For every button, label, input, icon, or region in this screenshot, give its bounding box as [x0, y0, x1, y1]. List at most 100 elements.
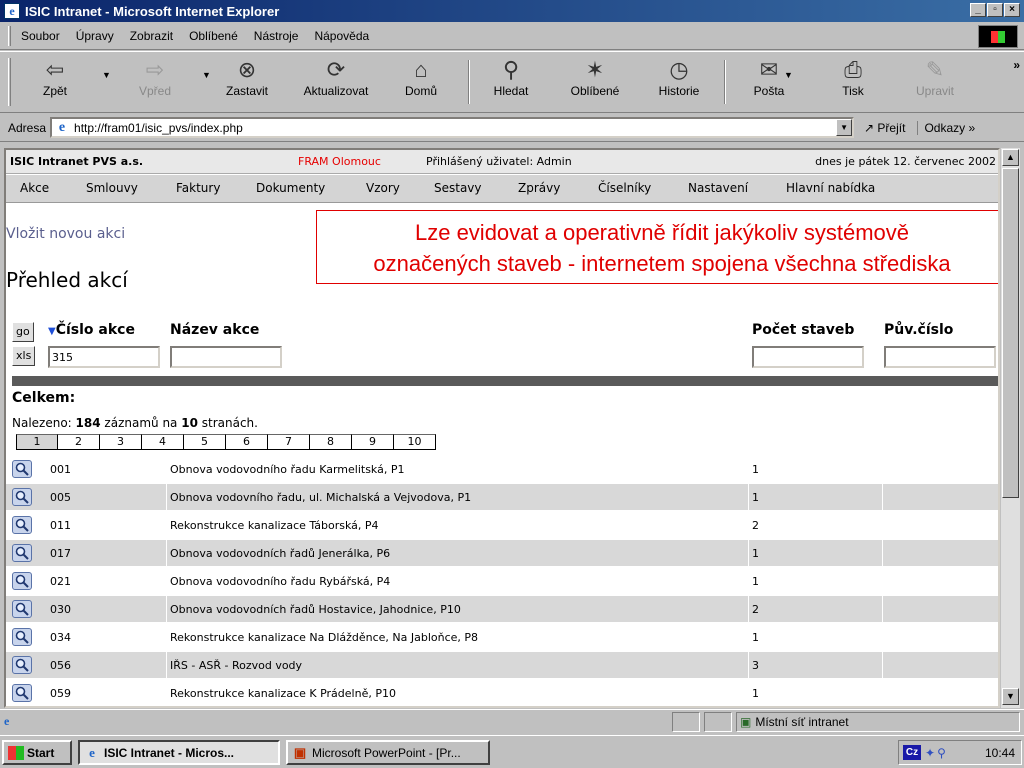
table-row[interactable]: 056 IŘS - ASŘ - Rozvod vody 3 [6, 652, 998, 678]
menu-view[interactable]: Zobrazit [130, 29, 173, 43]
page-link-8[interactable]: 8 [310, 434, 352, 450]
favorites-button[interactable]: ✶ Oblíbené [560, 56, 630, 108]
summary-label: Celkem: [12, 390, 76, 406]
minimize-button[interactable]: _ [970, 3, 986, 17]
edit-button[interactable]: ✎ Upravit [900, 56, 970, 108]
go-filter-button[interactable]: go [12, 322, 34, 342]
address-input[interactable]: e http://fram01/isic_pvs/index.php ▼ [50, 117, 855, 138]
address-label: Adresa [8, 120, 47, 135]
scroll-thumb[interactable] [1002, 168, 1019, 498]
tray-network-icon[interactable]: ✦ [925, 746, 935, 760]
page-link-9[interactable]: 9 [352, 434, 394, 450]
nav-nastaveni[interactable]: Nastavení [688, 181, 748, 195]
address-dropdown-icon[interactable]: ▼ [836, 119, 853, 136]
col-orig-header[interactable]: Pův.číslo [884, 322, 953, 338]
favorites-icon: ✶ [585, 57, 605, 82]
title-bar[interactable]: e ISIC Intranet - Microsoft Internet Exp… [0, 0, 1024, 22]
table-row[interactable]: 001 Obnova vodovodního řadu Karmelitská, … [6, 456, 998, 482]
col-name-header[interactable]: Název akce [170, 322, 259, 338]
col-count-header[interactable]: Počet staveb [752, 322, 854, 338]
orig-filter-input[interactable] [884, 346, 996, 368]
magnifier-icon[interactable] [12, 544, 32, 562]
back-dropdown-icon[interactable]: ▼ [102, 70, 111, 80]
status-page-icon: e [4, 714, 10, 728]
maximize-button[interactable]: ▫ [987, 3, 1003, 17]
page-link-6[interactable]: 6 [226, 434, 268, 450]
task-ie[interactable]: e ISIC Intranet - Micros... [78, 740, 280, 765]
page-link-7[interactable]: 7 [268, 434, 310, 450]
nav-zpravy[interactable]: Zprávy [518, 181, 560, 195]
links-button[interactable]: Odkazy » [917, 120, 975, 135]
table-row[interactable]: 059 Rekonstrukce kanalizace K Prádelně, P… [6, 680, 998, 706]
row-name: Obnova vodovodních řadů Hostavice, Jahod… [170, 603, 461, 616]
nav-ciselniky[interactable]: Číselníky [598, 181, 651, 195]
language-indicator[interactable]: Cz [903, 745, 921, 760]
stop-button[interactable]: ⊗ Zastavit [212, 56, 282, 108]
page-link-1[interactable]: 1 [16, 434, 58, 450]
forward-dropdown-icon[interactable]: ▼ [202, 70, 211, 80]
forward-arrow-icon: ⇨ [145, 57, 165, 82]
magnifier-icon[interactable] [12, 572, 32, 590]
magnifier-icon[interactable] [12, 684, 32, 702]
logged-user: Přihlášený uživatel: Admin [426, 155, 572, 168]
nav-akce[interactable]: Akce [20, 181, 49, 195]
edit-icon: ✎ [925, 57, 945, 82]
home-button[interactable]: ⌂ Domů [386, 56, 456, 108]
clock: 10:44 [984, 745, 1015, 760]
page-link-2[interactable]: 2 [58, 434, 100, 450]
nav-faktury[interactable]: Faktury [176, 181, 220, 195]
scroll-down-icon[interactable]: ▼ [1002, 688, 1019, 705]
magnifier-icon[interactable] [12, 656, 32, 674]
nav-vzory[interactable]: Vzory [366, 181, 400, 195]
table-row[interactable]: 017 Obnova vodovodních řadů Jenerálka, P6… [6, 540, 998, 566]
col-number-header[interactable]: ▼Číslo akce [48, 322, 135, 338]
magnifier-icon[interactable] [12, 488, 32, 506]
forward-button[interactable]: ⇨ Vpřed ▼ [120, 56, 211, 108]
page-link-4[interactable]: 4 [142, 434, 184, 450]
menu-edit[interactable]: Úpravy [76, 29, 114, 43]
name-filter-input[interactable] [170, 346, 282, 368]
nav-smlouvy[interactable]: Smlouvy [86, 181, 138, 195]
mail-dropdown-icon[interactable]: ▼ [784, 70, 793, 80]
new-action-link[interactable]: Vložit novou akci [6, 226, 125, 242]
start-button[interactable]: Start [2, 740, 72, 765]
page-link-10[interactable]: 10 [394, 434, 436, 450]
row-count: 1 [752, 491, 759, 504]
table-row[interactable]: 005 Obnova vodovního řadu, ul. Michalská … [6, 484, 998, 510]
table-row[interactable]: 034 Rekonstrukce kanalizace Na Dlážděnce,… [6, 624, 998, 650]
refresh-button[interactable]: ⟳ Aktualizovat [296, 56, 376, 108]
vertical-scrollbar[interactable]: ▲ ▼ [1000, 148, 1020, 708]
table-row[interactable]: 011 Rekonstrukce kanalizace Táborská, P4 2 [6, 512, 998, 538]
number-filter-input[interactable]: 315 [48, 346, 160, 368]
menu-tools[interactable]: Nástroje [254, 29, 299, 43]
task-powerpoint[interactable]: ▣ Microsoft PowerPoint - [Pr... [286, 740, 490, 765]
print-button[interactable]: ⎙ Tisk [818, 56, 888, 108]
magnifier-icon[interactable] [12, 516, 32, 534]
page-link-5[interactable]: 5 [184, 434, 226, 450]
go-button[interactable]: ↗ Přejít [864, 121, 905, 135]
magnifier-icon[interactable] [12, 628, 32, 646]
close-button[interactable]: × [1004, 3, 1020, 17]
menu-file[interactable]: Soubor [21, 29, 60, 43]
table-row[interactable]: 021 Obnova vodovodního řadu Rybářská, P4 1 [6, 568, 998, 594]
history-button[interactable]: ◷ Historie [644, 56, 714, 108]
mail-button[interactable]: ✉ Pošta ▼ [734, 56, 804, 108]
toolbar-more-chevron-icon[interactable]: » [1013, 58, 1020, 72]
menu-help[interactable]: Nápověda [314, 29, 369, 43]
count-filter-input[interactable] [752, 346, 864, 368]
scroll-up-icon[interactable]: ▲ [1002, 149, 1019, 166]
tray-search-icon[interactable]: ⚲ [937, 746, 946, 760]
page-link-3[interactable]: 3 [100, 434, 142, 450]
magnifier-icon[interactable] [12, 460, 32, 478]
search-button[interactable]: ⚲ Hledat [476, 56, 546, 108]
table-row[interactable]: 030 Obnova vodovodních řadů Hostavice, Ja… [6, 596, 998, 622]
nav-dokumenty[interactable]: Dokumenty [256, 181, 325, 195]
search-icon: ⚲ [502, 57, 520, 82]
xls-export-button[interactable]: xls [12, 346, 36, 366]
nav-hlavni-nabidka[interactable]: Hlavní nabídka [786, 181, 875, 195]
menu-favorites[interactable]: Oblíbené [189, 29, 238, 43]
magnifier-icon[interactable] [12, 600, 32, 618]
start-label: Start [27, 745, 55, 760]
nav-sestavy[interactable]: Sestavy [434, 181, 482, 195]
back-button[interactable]: ⇦ Zpět ▼ [20, 56, 111, 108]
